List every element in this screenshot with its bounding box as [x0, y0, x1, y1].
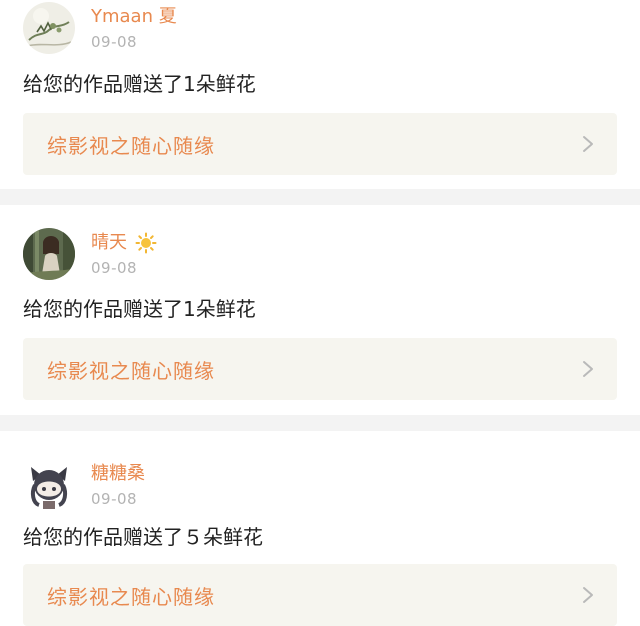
notification-header: 晴天 09-08 [23, 228, 157, 280]
notification-meta: Ymaan 夏 09-08 [91, 4, 177, 52]
avatar-girl-forest-icon [23, 228, 75, 280]
username[interactable]: 晴天 [91, 230, 127, 256]
notification-meta: 晴天 09-08 [91, 230, 157, 278]
notification-message: 给您的作品赠送了５朵鲜花 [23, 525, 263, 549]
avatar[interactable] [23, 228, 75, 280]
gift-notification-feed: Ymaan 夏 09-08 给您的作品赠送了1朵鲜花 综影视之随心随缘 晴天 0… [0, 0, 640, 626]
chevron-right-icon [581, 134, 595, 154]
notification-message: 给您的作品赠送了1朵鲜花 [23, 297, 256, 321]
name-row: 糖糖桑 [91, 461, 145, 487]
section-divider [0, 415, 640, 431]
notification-date: 09-08 [91, 490, 138, 508]
section-divider [0, 189, 640, 205]
avatar-anime-cat-girl-icon [23, 459, 75, 511]
work-link-button[interactable]: 综影视之随心随缘 [23, 338, 617, 400]
notification-message: 给您的作品赠送了1朵鲜花 [23, 72, 256, 96]
chevron-right-icon [581, 585, 595, 605]
notification-card: 晴天 09-08 给您的作品赠送了1朵鲜花 综影视之随心随缘 [0, 205, 640, 415]
notification-date: 09-08 [91, 33, 138, 51]
avatar[interactable] [23, 459, 75, 511]
sun-icon [135, 232, 157, 254]
notification-card: Ymaan 夏 09-08 给您的作品赠送了1朵鲜花 综影视之随心随缘 [0, 0, 640, 189]
notification-date: 09-08 [91, 259, 138, 277]
work-title: 综影视之随心随缘 [47, 584, 215, 609]
work-link-button[interactable]: 综影视之随心随缘 [23, 113, 617, 175]
name-row: 晴天 [91, 230, 157, 256]
work-title: 综影视之随心随缘 [47, 358, 215, 383]
username[interactable]: Ymaan 夏 [91, 4, 177, 30]
avatar[interactable] [23, 2, 75, 54]
notification-meta: 糖糖桑 09-08 [91, 461, 145, 509]
notification-header: Ymaan 夏 09-08 [23, 2, 177, 54]
name-row: Ymaan 夏 [91, 4, 177, 30]
avatar-ink-painting-icon [23, 2, 75, 54]
notification-header: 糖糖桑 09-08 [23, 459, 145, 511]
work-link-button[interactable]: 综影视之随心随缘 [23, 564, 617, 626]
chevron-right-icon [581, 359, 595, 379]
username[interactable]: 糖糖桑 [91, 461, 145, 487]
notification-card: 糖糖桑 09-08 给您的作品赠送了５朵鲜花 综影视之随心随缘 [0, 431, 640, 626]
work-title: 综影视之随心随缘 [47, 133, 215, 158]
